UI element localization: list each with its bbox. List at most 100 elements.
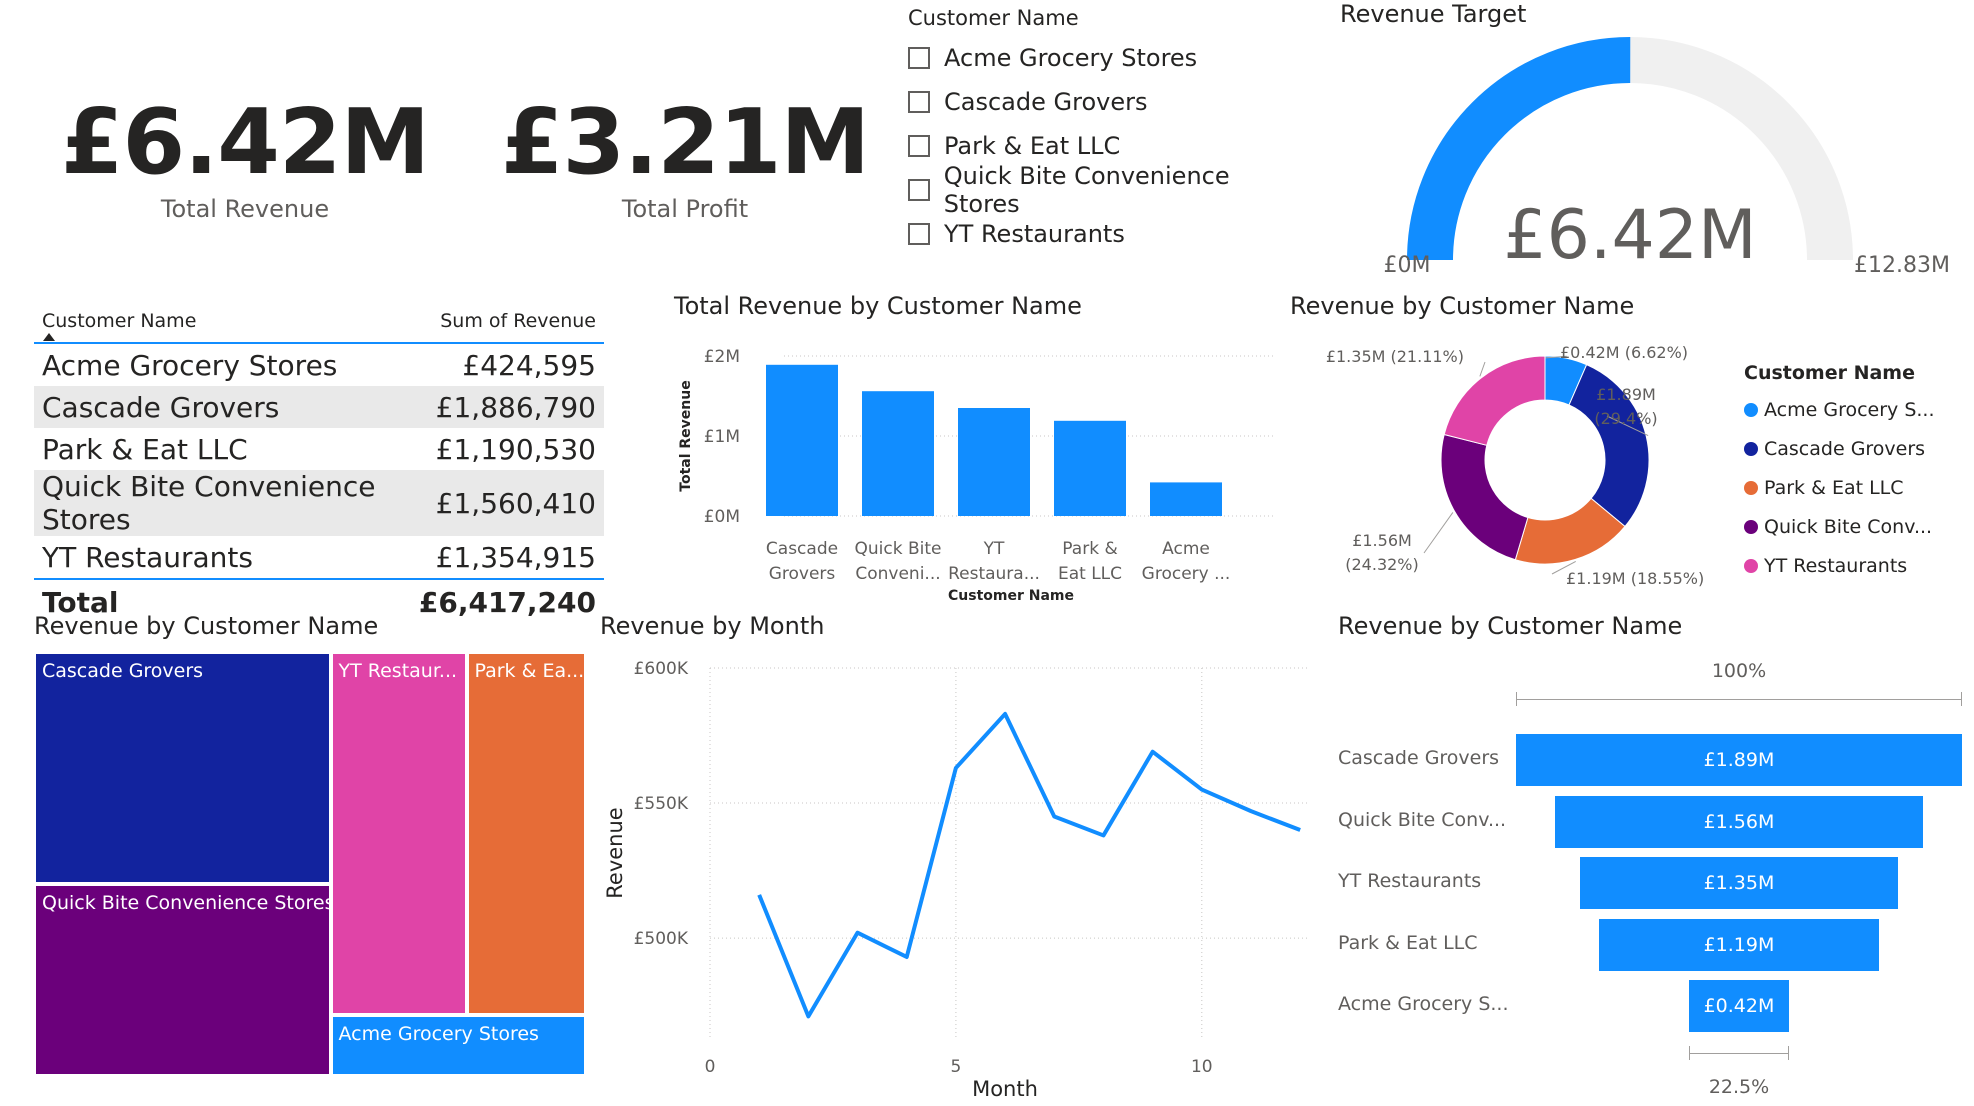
legend-dot-icon [1744,558,1758,573]
funnel-bar[interactable]: £1.19M [1598,918,1880,971]
legend-item[interactable]: Quick Bite Conv... [1744,507,1935,546]
row-revenue: £1,190,530 [435,432,596,466]
line-chart-title: Revenue by Month [600,612,825,640]
bar-chart-title: Total Revenue by Customer Name [674,292,1082,320]
x-tick-label: Eat LLC [1058,564,1122,584]
matrix-body: Acme Grocery Stores £424,595 Cascade Grove… [34,344,604,578]
row-revenue: £1,886,790 [435,390,596,424]
gauge-value: £6.42M [1503,196,1756,275]
gauge-title: Revenue Target [1340,0,1527,28]
checkbox-icon[interactable] [908,179,930,201]
matrix-header: Customer Name Sum of Revenue [34,300,604,332]
slice-label: (29.4%) [1594,409,1657,428]
checkbox-icon[interactable] [908,91,930,113]
slicer-item[interactable]: YT Restaurants [908,212,1308,256]
y-tick-label: £2M [704,347,740,367]
matrix-header-customer[interactable]: Customer Name [42,310,196,332]
donut-chart-svg: £0.42M (6.62%) £1.89M (29.4%) £1.19M (18.55… [1326,343,1704,588]
checkbox-icon[interactable] [908,223,930,245]
slicer-item-label: Park & Eat LLC [944,132,1121,160]
treemap-tile-label: Cascade Grovers [42,660,204,682]
table-row[interactable]: Quick Bite Convenience Stores £1,560,410 [34,470,604,536]
kpi-total-revenue[interactable]: £6.42M Total Revenue [60,90,430,223]
funnel-bottom-label: 22.5% [1708,1076,1770,1098]
treemap-tile-label: Acme Grocery Stores [338,1023,539,1046]
revenue-target-gauge[interactable]: Revenue Target £6.42M £0M £12.83M [1340,0,1970,290]
bar-chart-svg: £0M £1M £2M Total Revenue Cascade Grovers Quic… [678,347,1274,604]
treemap-tile[interactable]: Park & Ea... [466,652,586,1016]
row-customer: Quick Bite Convenience Stores [42,470,376,536]
x-tick-label: Grocery ... [1142,564,1231,584]
legend-label: Park & Eat LLC [1764,476,1904,499]
funnel-top-bracket [1516,692,1962,706]
donut-legend: Customer Name Acme Grocery S... Cascade G… [1744,362,1935,585]
funnel-chart[interactable]: Revenue by Customer Name 100% Cascade Gro… [1338,612,1970,1106]
slicer-item[interactable]: Quick Bite Convenience Stores [908,162,1308,218]
treemap-tile[interactable]: Quick Bite Convenience Stores [34,884,331,1076]
bar [1054,420,1126,516]
x-tick-label: 5 [950,1057,961,1077]
bar-chart[interactable]: Total Revenue by Customer Name £0M £1M £2M… [674,292,1284,612]
funnel-bar[interactable]: £1.89M [1516,734,1962,786]
legend-label: Acme Grocery S... [1764,398,1935,421]
gauge-max-label: £12.83M [1854,253,1950,278]
kpi-total-profit[interactable]: £3.21M Total Profit [500,90,870,223]
x-tick-label: YT [983,539,1005,559]
row-revenue: £1,560,410 [435,486,596,520]
x-tick-label: Restaura... [948,564,1040,584]
y-tick-label: £1M [704,427,740,447]
x-axis-title: Customer Name [948,588,1074,604]
funnel-top-label: 100% [1711,660,1767,682]
line-chart[interactable]: Revenue by Month £500K £550K £600K 0 5 10 Reve… [600,612,1320,1106]
x-tick-label: Conveni... [855,564,940,584]
legend-label: YT Restaurants [1764,554,1908,577]
funnel-stage-label: YT Restaurants [1338,870,1482,892]
checkbox-icon[interactable] [908,135,930,157]
funnel-bar[interactable]: £1.35M [1579,857,1899,909]
checkbox-icon[interactable] [908,47,930,69]
funnel-area: 100% Cascade Grovers £1.89M Quick Bite Conv… [1338,652,1970,1106]
donut-chart[interactable]: Revenue by Customer Name £0.42M (6.62%) £… [1290,292,1970,612]
x-tick-label: Quick Bite [855,539,942,559]
leader-line [1423,512,1454,554]
legend-dot-icon [1744,480,1758,495]
treemap-chart[interactable]: Revenue by Customer Name Cascade Grovers… [34,612,594,1082]
legend-dot-icon [1744,402,1758,417]
y-tick-label: £500K [634,929,689,949]
legend-item[interactable]: Park & Eat LLC [1744,468,1935,507]
slicer-item[interactable]: Cascade Grovers [908,80,1308,124]
slice-label: (24.32%) [1345,555,1419,574]
funnel-bar[interactable]: £1.56M [1554,795,1924,848]
revenue-matrix[interactable]: Customer Name Sum of Revenue Acme Grocer… [34,300,604,624]
legend-item[interactable]: YT Restaurants [1744,546,1935,585]
y-axis-title: Revenue [603,807,627,898]
legend-item[interactable]: Cascade Grovers [1744,429,1935,468]
slicer-item-label: YT Restaurants [944,220,1125,248]
treemap-tile-label: Park & Ea... [474,660,585,682]
x-tick-label: Cascade [766,539,838,559]
y-tick-label: £600K [634,659,689,679]
funnel-top-bracket-line [1517,699,1961,700]
slicer-item[interactable]: Acme Grocery Stores [908,36,1308,80]
treemap-tile[interactable]: Cascade Grovers [34,652,331,885]
slice-label: £0.42M (6.62%) [1560,343,1688,362]
treemap-tile[interactable]: Acme Grocery Stores [330,1015,586,1076]
treemap-tile-label: Quick Bite Convenience Stores [42,892,331,915]
matrix-header-revenue[interactable]: Sum of Revenue [440,310,596,332]
table-row[interactable]: Park & Eat LLC £1,190,530 [34,428,604,470]
legend-label: Cascade Grovers [1764,437,1926,460]
table-row[interactable]: YT Restaurants £1,354,915 [34,536,604,578]
table-row[interactable]: Cascade Grovers £1,886,790 [34,386,604,428]
treemap-tile[interactable]: YT Restaur... [330,652,467,1016]
table-row[interactable]: Acme Grocery Stores £424,595 [34,344,604,386]
legend-item[interactable]: Acme Grocery S... [1744,390,1935,429]
slicer-item-label: Quick Bite Convenience Stores [943,162,1230,218]
funnel-bar[interactable]: £0.42M [1689,980,1789,1032]
kpi-total-profit-label: Total Profit [621,195,749,223]
x-axis-title: Month [972,1077,1038,1101]
customer-slicer[interactable]: Customer Name Acme Grocery Stores Cascade… [908,6,1308,256]
x-tick-label: 10 [1191,1057,1213,1077]
kpi-total-revenue-value: £6.42M [60,90,430,195]
slice-label: £1.56M [1352,531,1412,550]
kpi-total-revenue-label: Total Revenue [160,195,330,223]
